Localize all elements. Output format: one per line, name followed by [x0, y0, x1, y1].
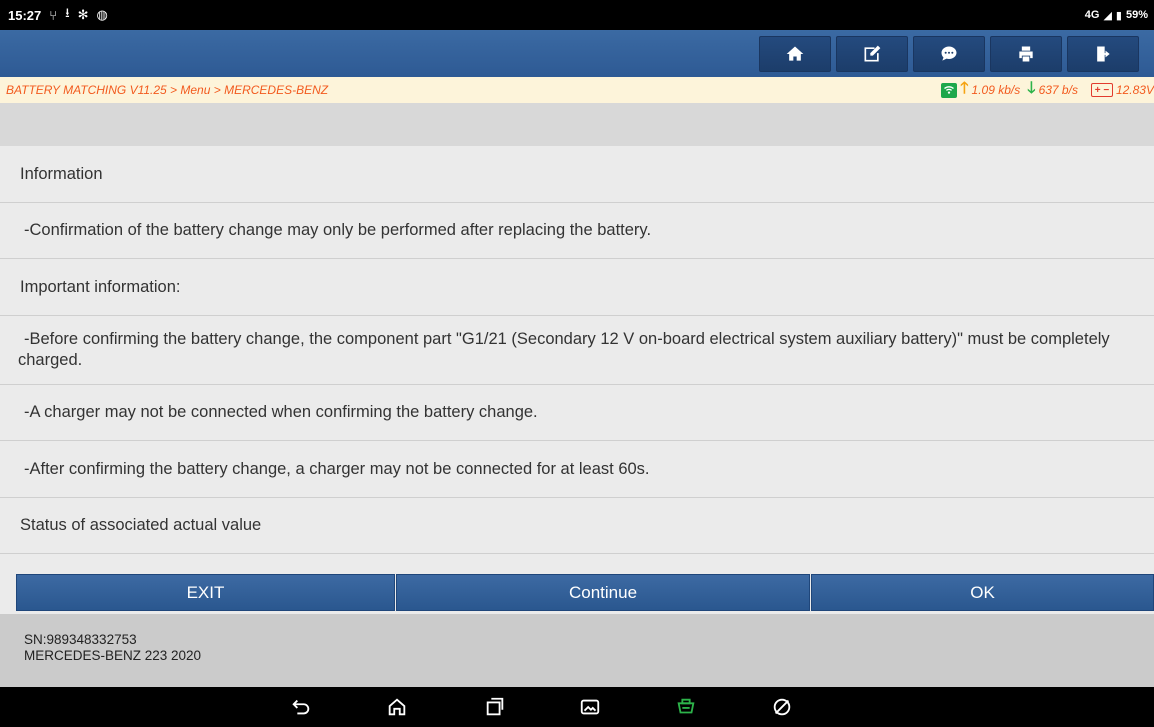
edit-button[interactable]	[836, 36, 908, 72]
usb-icon: ⑂	[49, 7, 58, 23]
recents-button[interactable]	[482, 695, 508, 719]
message-icon	[941, 46, 957, 61]
download-icon: ⭳	[65, 5, 70, 20]
list-item: -Confirmation of the battery change may …	[0, 203, 1154, 259]
system-nav-bar	[0, 687, 1154, 727]
battery-voltage: 12.83V	[1115, 83, 1154, 97]
list-item: Information	[0, 146, 1154, 203]
home-button[interactable]	[759, 36, 831, 72]
bluetooth-icon: ✻	[77, 7, 89, 22]
upload-arrow-icon: 🡑	[960, 79, 969, 97]
message-button[interactable]	[913, 36, 985, 72]
home-nav-button[interactable]	[384, 695, 410, 719]
clock: 15:27	[8, 7, 42, 23]
info-list[interactable]: Information -Confirmation of the battery…	[0, 146, 1154, 571]
browser-button[interactable]	[769, 695, 795, 719]
chat-bubble-icon: ◍	[96, 7, 108, 22]
car-battery-icon: + −	[1090, 83, 1113, 97]
gallery-button[interactable]	[577, 695, 603, 719]
edit-note-icon	[864, 45, 881, 62]
battery-icon: ▮	[1115, 9, 1122, 22]
home-icon	[786, 46, 804, 61]
list-item: Status of associated actual value	[0, 498, 1154, 554]
recents-icon	[486, 697, 504, 716]
exit-app-button[interactable]	[1067, 36, 1139, 72]
back-button[interactable]	[288, 695, 314, 719]
action-bar: EXIT Continue OK	[0, 571, 1154, 614]
system-status-bar: 15:27 ⑂ ⭳ ✻ ◍ 4G ◢ ▮ 59%	[0, 0, 1154, 30]
list-item: -After confirming the battery change, a …	[0, 441, 1154, 498]
ok-button[interactable]: OK	[811, 574, 1154, 611]
upload-rate: 1.09 kb/s	[971, 83, 1021, 97]
header-spacer	[0, 103, 1154, 146]
wifi-icon	[941, 82, 958, 98]
back-icon	[292, 699, 310, 715]
connection-stats: 🡑 1.09 kb/s 🡓 637 b/s + − 12.83V	[941, 77, 1154, 104]
breadcrumb: BATTERY MATCHING V11.25 > Menu > MERCEDE…	[6, 83, 329, 97]
browser-icon	[773, 698, 791, 716]
download-arrow-icon: 🡓	[1027, 79, 1036, 97]
home-outline-icon	[388, 698, 406, 716]
signal-icon: ◢	[1103, 9, 1112, 22]
list-item: -Before confirming the battery change, t…	[0, 316, 1154, 385]
exit-button[interactable]: EXIT	[16, 574, 395, 611]
list-item: Important information:	[0, 259, 1154, 316]
print-button[interactable]	[990, 36, 1062, 72]
device-info: SN:989348332753 MERCEDES-BENZ 223 2020	[0, 614, 1154, 687]
network-type: 4G	[1084, 9, 1100, 21]
continue-button[interactable]: Continue	[396, 574, 810, 611]
breadcrumb-bar: BATTERY MATCHING V11.25 > Menu > MERCEDE…	[0, 77, 1154, 103]
vehicle-model: MERCEDES-BENZ 223 2020	[24, 648, 202, 663]
list-item: -A charger may not be connected when con…	[0, 385, 1154, 441]
vci-connector-icon	[677, 698, 695, 714]
battery-level: 59%	[1125, 9, 1148, 21]
vci-button[interactable]	[673, 695, 699, 719]
image-icon	[580, 699, 600, 715]
app-toolbar	[0, 30, 1154, 77]
download-rate: 637 b/s	[1038, 83, 1078, 97]
print-icon	[1019, 46, 1033, 62]
serial-number: SN:989348332753	[24, 632, 137, 647]
exit-door-icon	[1097, 46, 1110, 62]
